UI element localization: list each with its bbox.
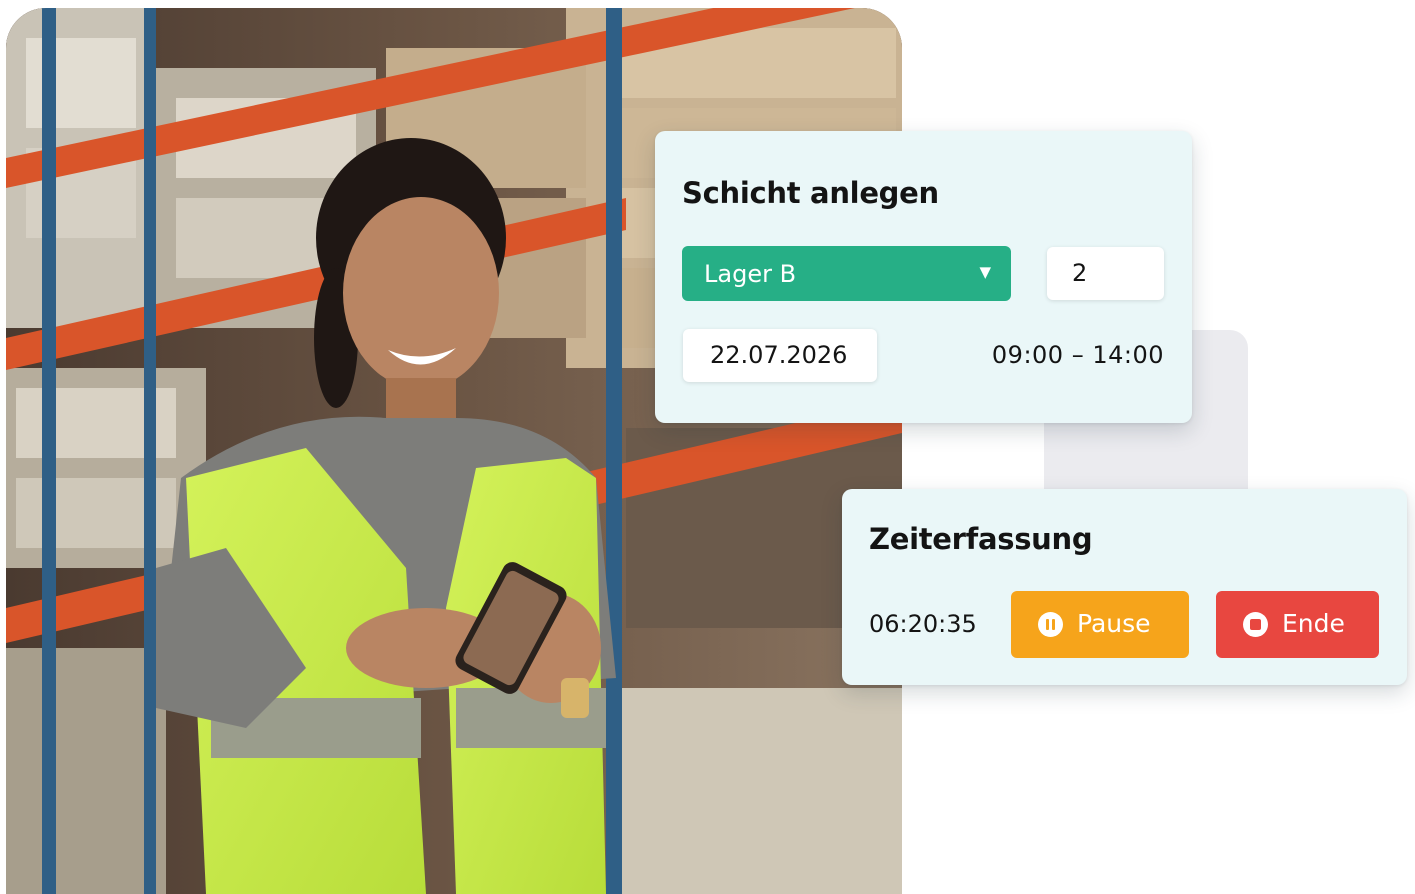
headcount-value: 2: [1072, 259, 1088, 287]
caret-down-icon: ▼: [979, 263, 991, 281]
shift-create-card: Schicht anlegen Lager B ▼ 2 22.07.2026 0…: [655, 131, 1192, 423]
elapsed-timer: 06:20:35: [869, 610, 977, 638]
shift-time-range[interactable]: 09:00 – 14:00: [992, 341, 1164, 369]
pause-button[interactable]: Pause: [1011, 591, 1189, 658]
time-card-title: Zeiterfassung: [869, 522, 1093, 556]
end-button-label: Ende: [1282, 609, 1345, 638]
pause-circle-icon: [1038, 612, 1063, 637]
shift-card-title: Schicht anlegen: [682, 176, 939, 210]
pause-button-label: Pause: [1077, 609, 1151, 638]
time-tracking-card: Zeiterfassung 06:20:35 Pause Ende: [842, 489, 1407, 685]
date-value: 22.07.2026: [710, 341, 848, 369]
end-button[interactable]: Ende: [1216, 591, 1379, 658]
headcount-input[interactable]: 2: [1047, 247, 1164, 300]
date-input[interactable]: 22.07.2026: [683, 329, 877, 382]
location-select[interactable]: Lager B ▼: [682, 246, 1011, 301]
location-select-value: Lager B: [704, 260, 797, 288]
stop-circle-icon: [1243, 612, 1268, 637]
